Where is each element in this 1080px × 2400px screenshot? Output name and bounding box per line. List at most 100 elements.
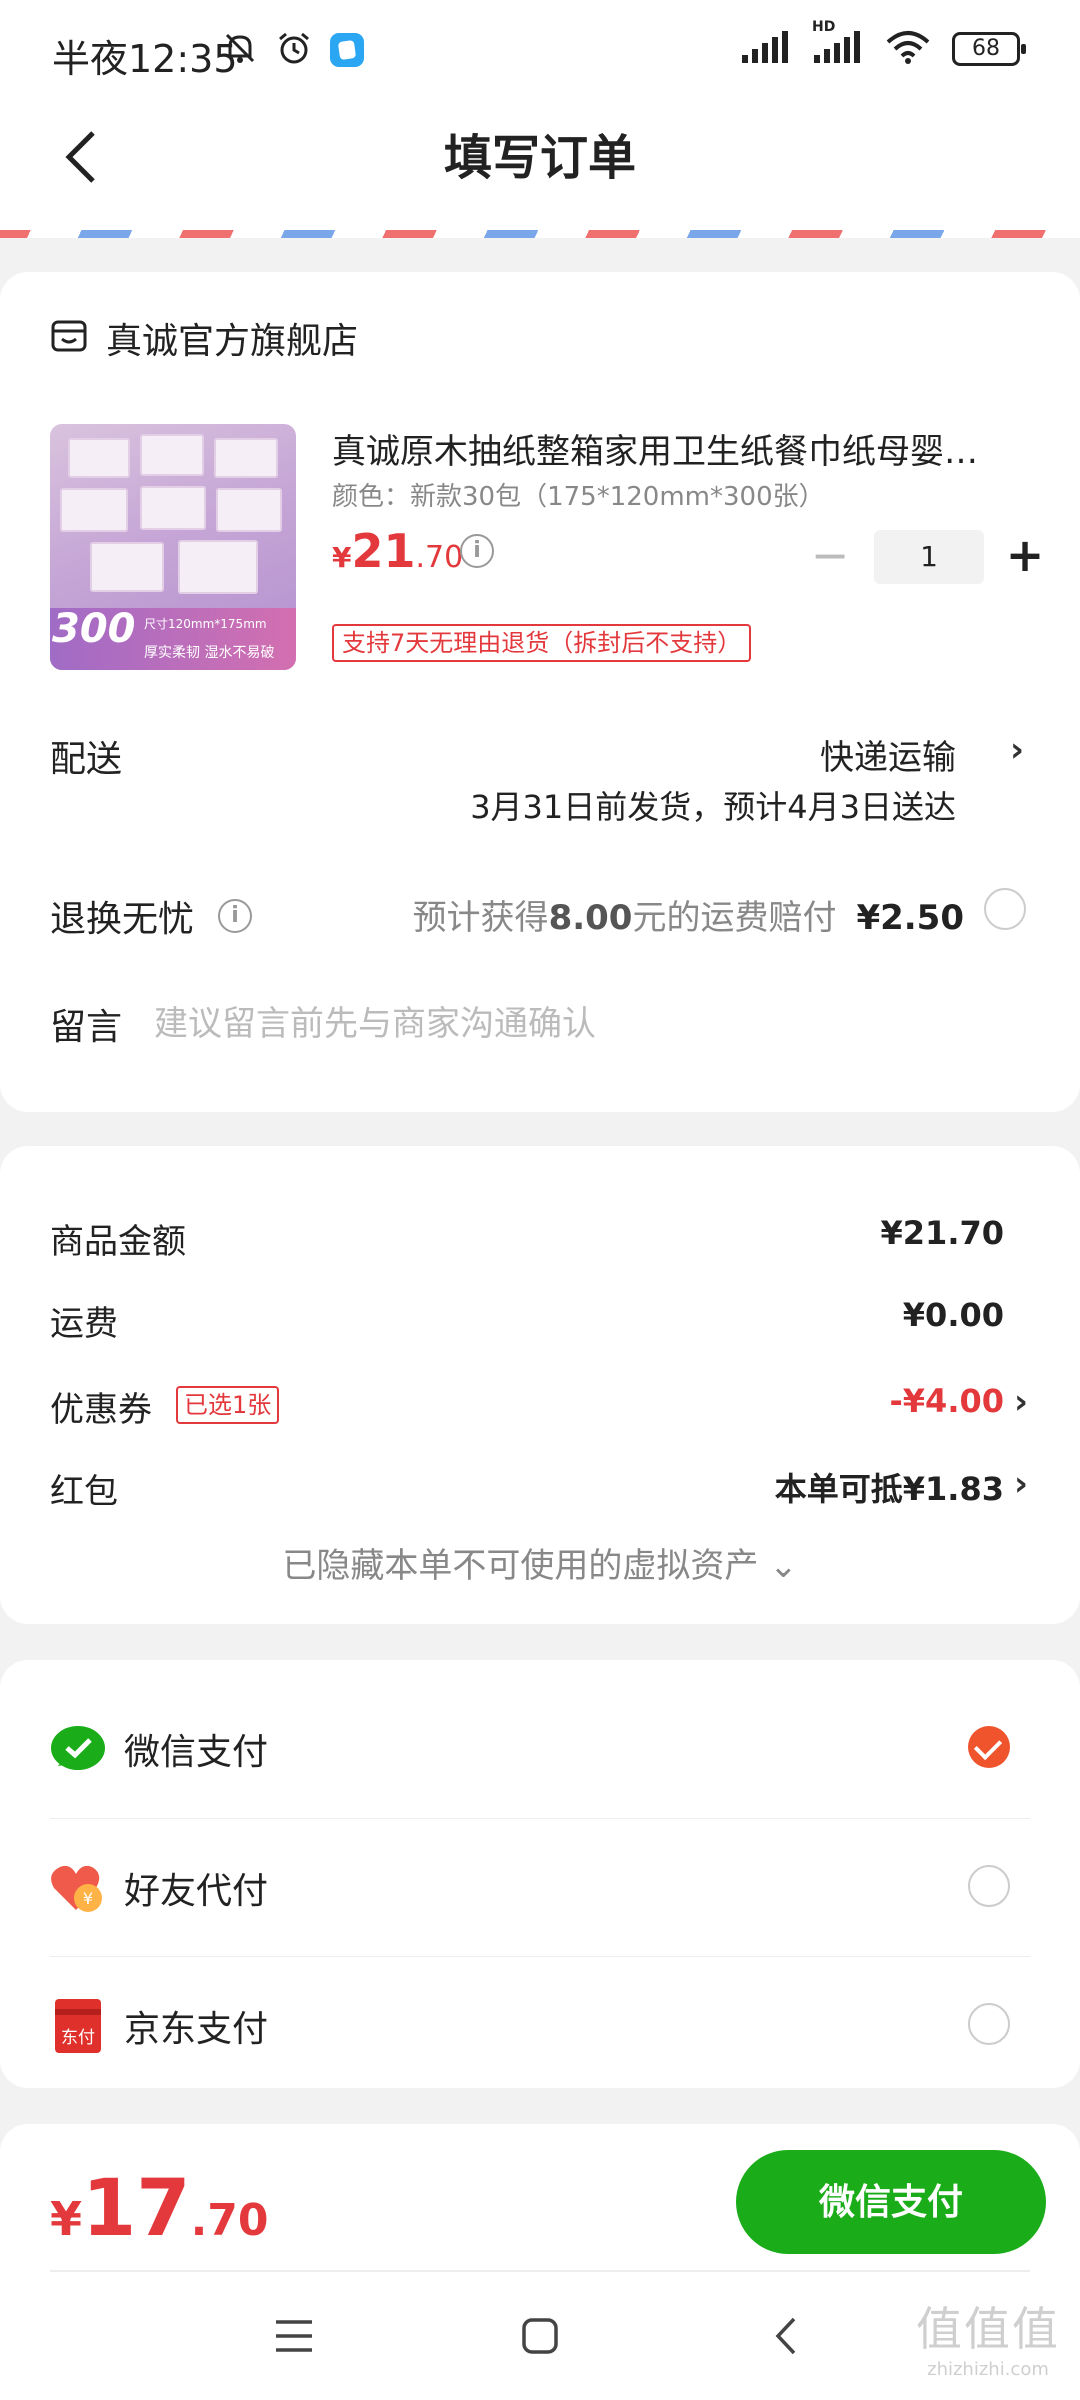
jd-pay-icon-text: 东付 — [61, 2028, 95, 2048]
coupon-chevron-right-icon[interactable]: › — [1014, 1382, 1028, 1422]
quantity-increase-button[interactable]: + — [998, 530, 1052, 584]
image-box — [140, 434, 204, 476]
memo-row: 留言 — [50, 998, 1015, 1050]
worry-free-label: 退换无忧 — [50, 899, 195, 940]
price-decimal: .70 — [415, 540, 464, 575]
quantity-stepper: − 1 + — [800, 530, 1052, 584]
worry-free-desc-amount: 8.00 — [548, 898, 633, 938]
payment-radio-jd[interactable] — [968, 2003, 1010, 2045]
status-bar: 半夜12:35 HD 68 — [0, 0, 1080, 100]
delivery-chevron-right-icon[interactable]: › — [1010, 730, 1024, 770]
image-box — [90, 542, 164, 592]
worry-free-desc-suffix: 元的运费赔付 — [632, 898, 837, 938]
airmail-divider — [0, 222, 1080, 238]
back-triangle-icon — [775, 2317, 796, 2355]
order-item-card: 真诚官方旗舰店 300 尺寸120mm*175mm 厚实柔韧 湿水不易破 真诚原… — [0, 272, 1080, 1112]
shipping-value: ¥0.00 — [902, 1296, 1004, 1334]
home-square-icon — [522, 2318, 558, 2354]
home-nav-button[interactable] — [510, 2306, 570, 2366]
payment-option-jd[interactable]: 东付 京东支付 — [50, 1956, 1030, 2094]
delivery-label: 配送 — [50, 739, 123, 780]
airmail-stripes — [0, 230, 1080, 238]
total-decimal: .70 — [190, 2195, 269, 2246]
mute-bell-icon — [222, 30, 258, 70]
friend-pay-icon: ¥ — [50, 1860, 106, 1916]
price-info-icon[interactable]: i — [460, 534, 494, 568]
coupon-value[interactable]: -¥4.00 — [890, 1382, 1005, 1420]
alarm-clock-icon — [276, 30, 312, 70]
pay-button[interactable]: 微信支付 — [736, 2150, 1046, 2254]
price-summary-card: 商品金额 ¥21.70 运费 ¥0.00 优惠券 已选1张 -¥4.00 › 红… — [0, 1146, 1080, 1624]
payment-label-jd: 京东支付 — [124, 2008, 269, 2050]
wechat-pay-icon — [50, 1721, 106, 1777]
payment-label-wechat: 微信支付 — [124, 1732, 269, 1773]
worry-free-radio[interactable] — [984, 888, 1026, 930]
shop-icon — [50, 317, 88, 359]
image-box — [60, 488, 128, 532]
payment-radio-wechat[interactable] — [968, 1726, 1010, 1768]
redpacket-value[interactable]: 本单可抵¥1.83 — [775, 1464, 1004, 1510]
page-title: 填写订单 — [443, 130, 636, 186]
payment-option-friend[interactable]: ¥ 好友代付 — [50, 1818, 1030, 1956]
image-box — [68, 438, 130, 478]
product-image[interactable]: 300 尺寸120mm*175mm 厚实柔韧 湿水不易破 — [50, 424, 296, 670]
hd-label: HD — [812, 19, 836, 35]
app-notification-icon — [330, 33, 364, 67]
worry-free-desc: 预计获得8.00元的运费赔付 ¥2.50 — [413, 890, 964, 939]
quantity-value[interactable]: 1 — [874, 530, 984, 584]
product-spec[interactable]: 颜色：新款30包（175*120mm*300张） — [332, 476, 825, 513]
image-box — [178, 540, 258, 594]
total-integer: 17 — [82, 2164, 191, 2254]
payment-option-wechat[interactable]: 微信支付 — [50, 1680, 1030, 1818]
shipping-label: 运费 — [50, 1304, 118, 1344]
status-time: 半夜12:35 — [52, 37, 238, 81]
delivery-eta: 3月31日前发货，预计4月3日送达 — [470, 788, 956, 826]
product-title[interactable]: 真诚原木抽纸整箱家用卫生纸餐巾纸母婴… — [332, 424, 1032, 473]
shop-row[interactable]: 真诚官方旗舰店 — [50, 312, 358, 364]
worry-free-info-icon[interactable]: i — [218, 899, 253, 933]
menu-icon — [276, 2320, 312, 2352]
coupon-label: 优惠券 — [50, 1390, 152, 1430]
return-policy-tag: 支持7天无理由退货（拆封后不支持） — [332, 624, 752, 662]
back-nav-button[interactable] — [756, 2306, 816, 2366]
wifi-icon — [886, 30, 930, 68]
payment-methods-card: 微信支付 ¥ 好友代付 东付 京东支付 — [0, 1660, 1080, 2088]
goods-amount-label: 商品金额 — [50, 1222, 186, 1262]
quantity-decrease-button[interactable]: − — [800, 530, 860, 584]
signal-icon — [742, 31, 790, 67]
shop-name: 真诚官方旗舰店 — [106, 321, 359, 362]
image-box — [216, 488, 282, 532]
redpacket-label: 红包 — [50, 1472, 118, 1512]
payment-label-friend: 好友代付 — [124, 1870, 269, 1912]
image-tagline: 厚实柔韧 湿水不易破 — [144, 645, 275, 661]
status-icons-right: HD 68 — [742, 19, 1026, 68]
page-header: 填写订单 — [0, 100, 1080, 230]
total-price: ¥ 17 .70 — [50, 2164, 269, 2254]
image-box — [214, 438, 278, 478]
hd-signal-icon: HD — [812, 19, 864, 67]
payment-radio-friend[interactable] — [968, 1865, 1010, 1907]
worry-free-row: 退换无忧 i — [50, 890, 253, 942]
delivery-method[interactable]: 快递运输 — [820, 730, 956, 779]
price-integer: 21 — [351, 524, 416, 578]
worry-free-price: ¥2.50 — [856, 898, 964, 938]
hidden-assets-toggle[interactable]: 已隐藏本单不可使用的虚拟资产 ⌄ — [0, 1538, 1080, 1587]
watermark-sub: zhizhizhi.com — [927, 2359, 1049, 2380]
price-currency: ¥ — [332, 541, 352, 574]
memo-label: 留言 — [50, 1007, 123, 1048]
image-size-text: 尺寸120mm*175mm — [144, 617, 267, 631]
friend-pay-icon-text: ¥ — [83, 1889, 93, 1908]
image-box — [140, 486, 206, 530]
memo-input[interactable] — [154, 1004, 1015, 1044]
battery-icon: 68 — [952, 32, 1026, 66]
worry-free-desc-prefix: 预计获得 — [412, 898, 549, 938]
product-price: ¥ 21 .70 — [332, 524, 463, 578]
coupon-selected-tag: 已选1张 — [176, 1386, 280, 1424]
redpacket-chevron-right-icon[interactable]: › — [1014, 1464, 1028, 1504]
watermark-main: 值值值 — [916, 2302, 1060, 2356]
jd-pay-icon: 东付 — [50, 1998, 106, 2054]
menu-nav-button[interactable] — [264, 2306, 324, 2366]
total-currency: ¥ — [50, 2192, 83, 2246]
watermark: 值值值 zhizhizhi.com — [916, 2293, 1060, 2380]
goods-amount-value: ¥21.70 — [880, 1214, 1004, 1252]
